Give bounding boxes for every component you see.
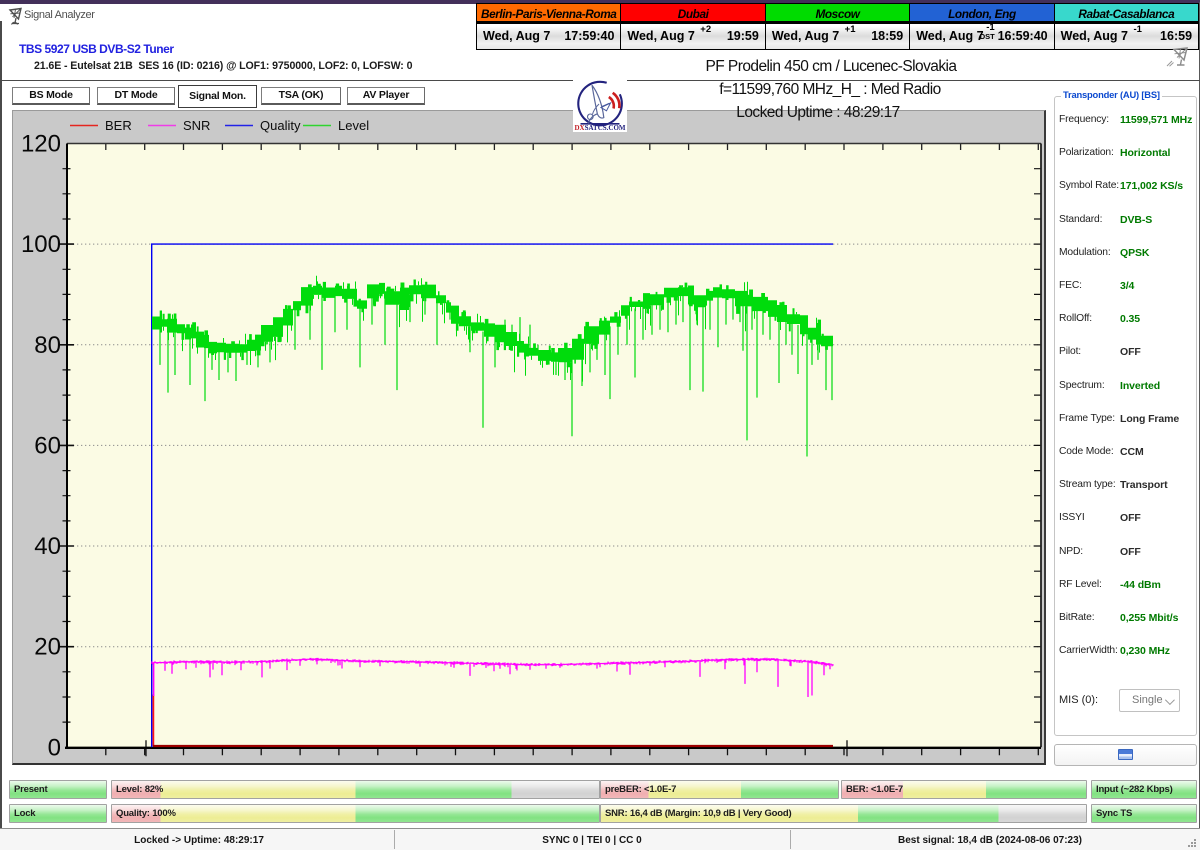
svg-text:40: 40	[34, 533, 61, 560]
svg-text:SNR: SNR	[183, 118, 210, 133]
svg-text:100: 100	[21, 231, 61, 258]
svg-text:BER: BER	[105, 118, 132, 133]
svg-text:60: 60	[34, 432, 61, 459]
svg-text:80: 80	[34, 332, 61, 359]
svg-text:Level: Level	[338, 118, 369, 133]
svg-text:DXSATCS.COM: DXSATCS.COM	[574, 124, 625, 132]
svg-text:0: 0	[48, 734, 61, 761]
svg-text:Quality: Quality	[260, 118, 301, 133]
svg-text:20: 20	[34, 634, 61, 661]
svg-text:120: 120	[21, 131, 61, 158]
